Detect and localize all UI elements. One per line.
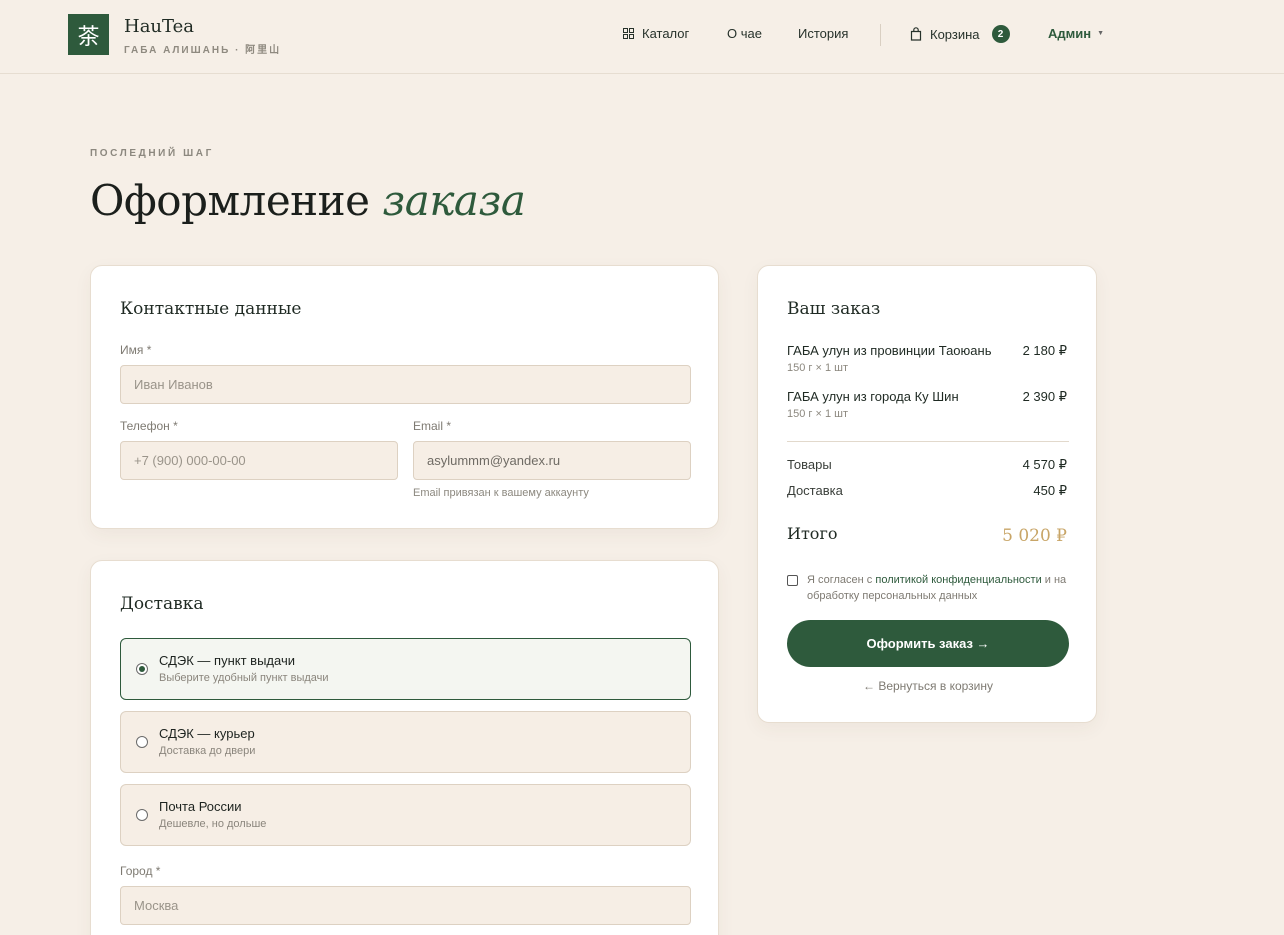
delivery-card: Доставка СДЭК — пункт выдачи Выберите уд… bbox=[90, 560, 719, 935]
phone-label: Телефон * bbox=[120, 419, 178, 433]
delivery-cost-label: Доставка bbox=[787, 483, 843, 498]
nav-admin-label: Админ bbox=[1048, 26, 1092, 41]
delivery-card-title: Доставка bbox=[120, 594, 204, 614]
delivery-cost-value: 450 ₽ bbox=[1033, 483, 1067, 498]
grid-icon bbox=[623, 28, 634, 39]
name-input[interactable] bbox=[120, 365, 691, 404]
nav-about[interactable]: О чае bbox=[727, 26, 762, 41]
name-label: Имя * bbox=[120, 343, 152, 357]
place-order-button[interactable]: Оформить заказ → bbox=[787, 620, 1069, 667]
nav-history[interactable]: История bbox=[798, 26, 848, 41]
delivery-option-title: Почта России bbox=[159, 799, 242, 814]
logo-mark[interactable]: 茶 bbox=[68, 14, 109, 55]
total-value: 5 020 ₽ bbox=[1002, 526, 1067, 546]
order-item-meta: 150 г × 1 шт bbox=[787, 362, 848, 374]
page-title: Оформление заказа bbox=[90, 176, 526, 225]
nav-divider bbox=[880, 24, 881, 46]
order-item-name: ГАБА улун из города Ку Шин bbox=[787, 389, 959, 404]
email-input[interactable] bbox=[413, 441, 691, 480]
nav-cart[interactable]: Корзина 2 bbox=[910, 25, 1010, 43]
goods-value: 4 570 ₽ bbox=[1022, 457, 1067, 472]
radio-button[interactable] bbox=[136, 663, 148, 675]
summary-divider bbox=[787, 441, 1069, 442]
order-item-price: 2 180 ₽ bbox=[1022, 343, 1067, 358]
delivery-option-subtitle: Дешевле, но дольше bbox=[159, 818, 267, 830]
consent-text: Я согласен с политикой конфиденциальност… bbox=[807, 572, 1071, 604]
order-item-name: ГАБА улун из провинции Таоюань bbox=[787, 343, 992, 358]
contact-card: Контактные данные Имя * Телефон * Email … bbox=[90, 265, 719, 529]
cart-count-badge: 2 bbox=[991, 25, 1010, 43]
brand-subtitle: ГАБА АЛИШАНЬ · 阿里山 bbox=[124, 45, 282, 56]
nav-cart-label: Корзина bbox=[930, 26, 980, 42]
delivery-option-subtitle: Доставка до двери bbox=[159, 745, 256, 757]
delivery-option-title: СДЭК — пункт выдачи bbox=[159, 653, 295, 668]
total-label: Итого bbox=[787, 524, 838, 543]
order-item-meta: 150 г × 1 шт bbox=[787, 408, 848, 420]
nav-catalog-label: Каталог bbox=[642, 26, 690, 41]
consent-prefix: Я согласен с bbox=[807, 574, 876, 586]
delivery-option-cdek-courier[interactable]: СДЭК — курьер Доставка до двери bbox=[120, 711, 691, 773]
consent-checkbox[interactable] bbox=[787, 575, 798, 586]
email-hint: Email привязан к вашему аккаунту bbox=[413, 487, 589, 499]
back-to-cart-link[interactable]: ← Вернуться в корзину bbox=[758, 679, 1098, 693]
site-header: 茶 HauTea ГАБА АЛИШАНЬ · 阿里山 Каталог О ча… bbox=[0, 0, 1284, 74]
phone-input[interactable] bbox=[120, 441, 398, 480]
page-title-accent: заказа bbox=[382, 176, 526, 225]
goods-label: Товары bbox=[787, 457, 832, 472]
city-label: Город * bbox=[120, 864, 161, 878]
page-eyebrow: ПОСЛЕДНИЙ ШАГ bbox=[90, 148, 214, 159]
privacy-policy-link[interactable]: политикой конфиденциальности bbox=[875, 574, 1041, 586]
order-item-price: 2 390 ₽ bbox=[1022, 389, 1067, 404]
delivery-option-russian-post[interactable]: Почта России Дешевле, но дольше bbox=[120, 784, 691, 846]
nav-admin-menu[interactable]: Админ ▼ bbox=[1048, 26, 1104, 41]
page-title-main: Оформление bbox=[90, 176, 383, 225]
city-input[interactable] bbox=[120, 886, 691, 925]
shopping-bag-icon bbox=[910, 27, 922, 41]
delivery-option-cdek-pickup[interactable]: СДЭК — пункт выдачи Выберите удобный пун… bbox=[120, 638, 691, 700]
contact-card-title: Контактные данные bbox=[120, 299, 302, 319]
radio-button[interactable] bbox=[136, 736, 148, 748]
email-label: Email * bbox=[413, 419, 452, 433]
delivery-option-subtitle: Выберите удобный пункт выдачи bbox=[159, 672, 329, 684]
order-summary-title: Ваш заказ bbox=[787, 299, 881, 319]
radio-button[interactable] bbox=[136, 809, 148, 821]
nav-catalog[interactable]: Каталог bbox=[623, 26, 689, 41]
delivery-option-title: СДЭК — курьер bbox=[159, 726, 255, 741]
chevron-down-icon: ▼ bbox=[1097, 30, 1105, 37]
order-summary-card: Ваш заказ ГАБА улун из провинции Таоюань… bbox=[757, 265, 1097, 723]
brand-name[interactable]: HauTea bbox=[124, 16, 194, 37]
